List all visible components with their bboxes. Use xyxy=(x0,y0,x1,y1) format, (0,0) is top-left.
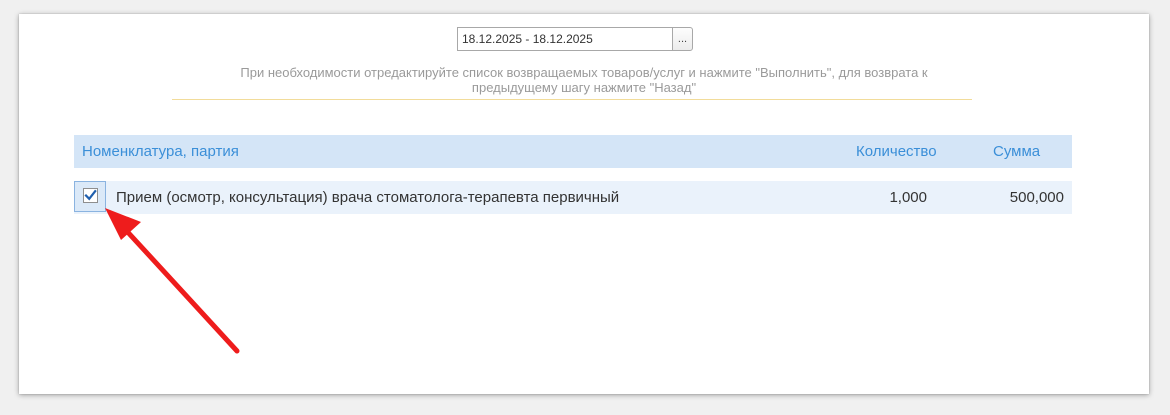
row-item-quantity[interactable]: 1,000 xyxy=(854,181,927,214)
period-picker-button[interactable]: ... xyxy=(672,27,693,51)
instruction-line-2: предыдущему шагу нажмите "Назад" xyxy=(471,80,697,95)
instruction-text: При необходимости отредактируйте список … xyxy=(169,65,999,95)
instruction-divider xyxy=(172,99,972,100)
table-header: Номенклатура, партия Количество Сумма xyxy=(74,135,1072,168)
row-checkbox-cell[interactable] xyxy=(74,181,106,212)
column-header-quantity[interactable]: Количество xyxy=(856,135,937,168)
table-row[interactable]: Прием (осмотр, консультация) врача стома… xyxy=(74,181,1072,214)
row-item-name: Прием (осмотр, консультация) врача стома… xyxy=(116,189,620,206)
column-header-sum[interactable]: Сумма xyxy=(993,135,1040,168)
return-goods-form: ... При необходимости отредактируйте спи… xyxy=(19,14,1149,394)
period-selector: ... xyxy=(457,27,693,51)
goods-table: Номенклатура, партия Количество Сумма Пр… xyxy=(74,135,1072,214)
checkmark-icon xyxy=(84,189,97,201)
row-checkbox[interactable] xyxy=(83,188,98,203)
instruction-line-1: При необходимости отредактируйте список … xyxy=(240,65,928,80)
period-input[interactable] xyxy=(457,27,672,51)
row-item-sum[interactable]: 500,000 xyxy=(954,181,1064,214)
column-header-name[interactable]: Номенклатура, партия xyxy=(82,135,239,168)
